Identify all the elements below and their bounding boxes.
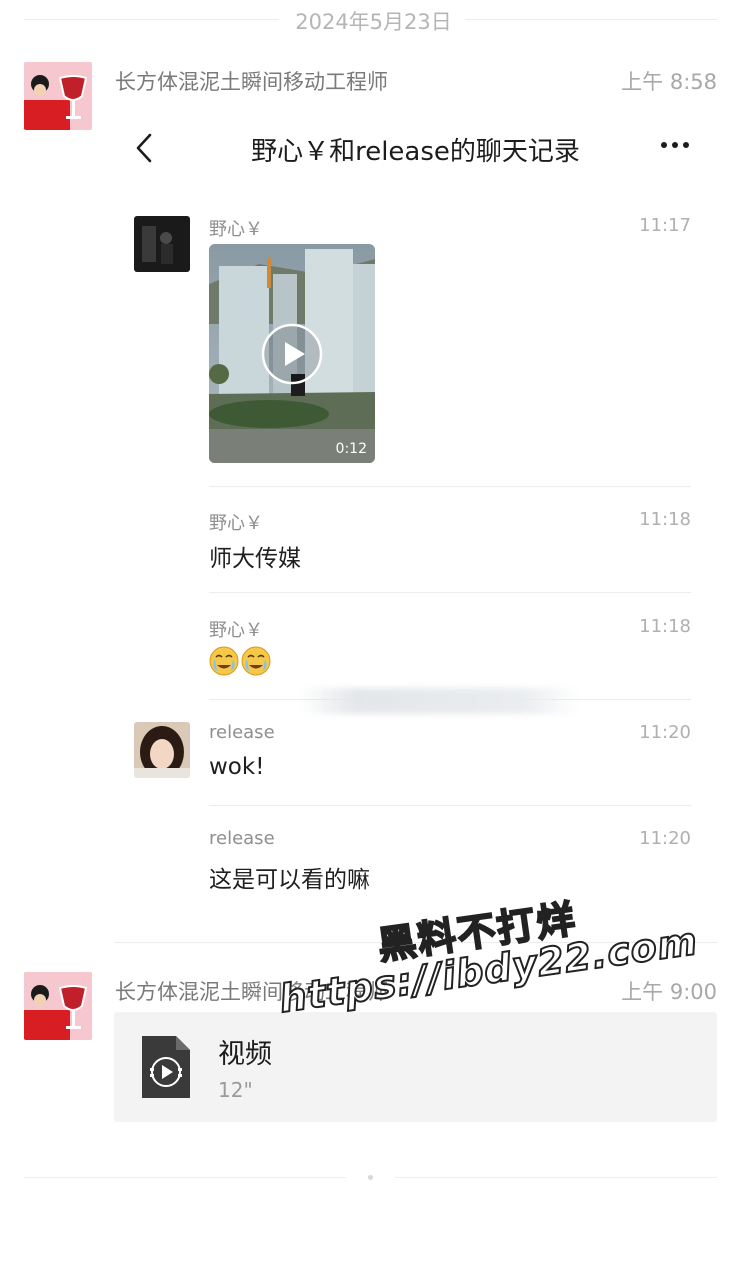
message-sender: release xyxy=(209,828,275,849)
video-file-icon xyxy=(142,1036,190,1098)
file-title: 视频 xyxy=(218,1039,272,1070)
avatar-release[interactable] xyxy=(134,722,190,778)
message-text: wok! xyxy=(209,754,265,780)
message-text: 这是可以看的嘛 xyxy=(209,867,370,893)
video-duration: 0:12 xyxy=(335,441,367,457)
bottom-indicator xyxy=(368,1175,373,1180)
avatar-yexin[interactable] xyxy=(134,216,190,272)
message-sender: 野心￥ xyxy=(209,513,263,534)
message-separator xyxy=(209,805,691,806)
chat-record-card[interactable]: 野心￥和release的聊天记录 野心￥ 11:17 0:12 野心￥ 11:1… xyxy=(114,105,717,915)
message-sender: 野心￥ xyxy=(209,620,263,641)
message-time: 11:20 xyxy=(639,828,691,849)
date-divider: 2024年5月23日 xyxy=(295,10,452,34)
file-duration: 12" xyxy=(218,1078,253,1102)
message-time: 11:18 xyxy=(639,616,691,637)
message-separator xyxy=(209,592,691,593)
message-separator xyxy=(209,486,691,487)
message-time: 11:18 xyxy=(639,509,691,530)
blurred-region xyxy=(299,688,579,714)
video-thumbnail[interactable]: 0:12 xyxy=(209,244,375,463)
chat-record-title: 野心￥和release的聊天记录 xyxy=(251,137,580,167)
crying-emoji-icon xyxy=(209,646,271,676)
message-time: 上午 8:58 xyxy=(621,70,717,94)
play-icon[interactable] xyxy=(260,322,324,386)
bottom-divider-right xyxy=(395,1177,717,1178)
sender-avatar[interactable] xyxy=(24,972,92,1040)
more-dots-icon[interactable] xyxy=(659,133,691,157)
message-time: 11:17 xyxy=(639,215,691,236)
message-sender: release xyxy=(209,722,275,743)
bottom-divider-left xyxy=(24,1177,346,1178)
sender-name: 长方体混泥土瞬间移动工程师 xyxy=(115,70,388,94)
sender-avatar[interactable] xyxy=(24,62,92,130)
message-sender: 野心￥ xyxy=(209,219,263,240)
message-text: 师大传媒 xyxy=(209,546,301,572)
message-time: 11:20 xyxy=(639,722,691,743)
